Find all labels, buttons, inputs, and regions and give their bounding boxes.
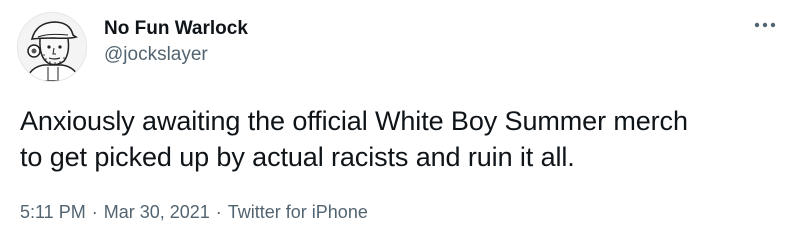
- meta-separator: ·: [215, 202, 222, 222]
- avatar[interactable]: [17, 12, 87, 82]
- more-dots-icon: [754, 22, 776, 28]
- portrait-illustration-icon: [18, 13, 86, 81]
- tweet-date[interactable]: Mar 30, 2021: [104, 202, 210, 222]
- tweet-source[interactable]: Twitter for iPhone: [228, 202, 368, 222]
- tweet-text-line-2: to get picked up by actual racists and r…: [20, 142, 575, 172]
- author-block: No Fun Warlock @jockslayer: [104, 17, 248, 67]
- more-options-button[interactable]: [750, 14, 780, 36]
- author-handle[interactable]: @jockslayer: [104, 43, 248, 67]
- meta-separator: ·: [91, 202, 98, 222]
- tweet-text-line-1: Anxiously awaiting the official White Bo…: [20, 106, 688, 136]
- tweet-card: No Fun Warlock @jockslayer Anxiously awa…: [0, 0, 800, 242]
- tweet-time[interactable]: 5:11 PM: [20, 202, 86, 222]
- author-display-name[interactable]: No Fun Warlock: [104, 17, 248, 41]
- tweet-metadata: 5:11 PM · Mar 30, 2021 · Twitter for iPhone: [20, 200, 368, 224]
- tweet-text: Anxiously awaiting the official White Bo…: [20, 103, 790, 175]
